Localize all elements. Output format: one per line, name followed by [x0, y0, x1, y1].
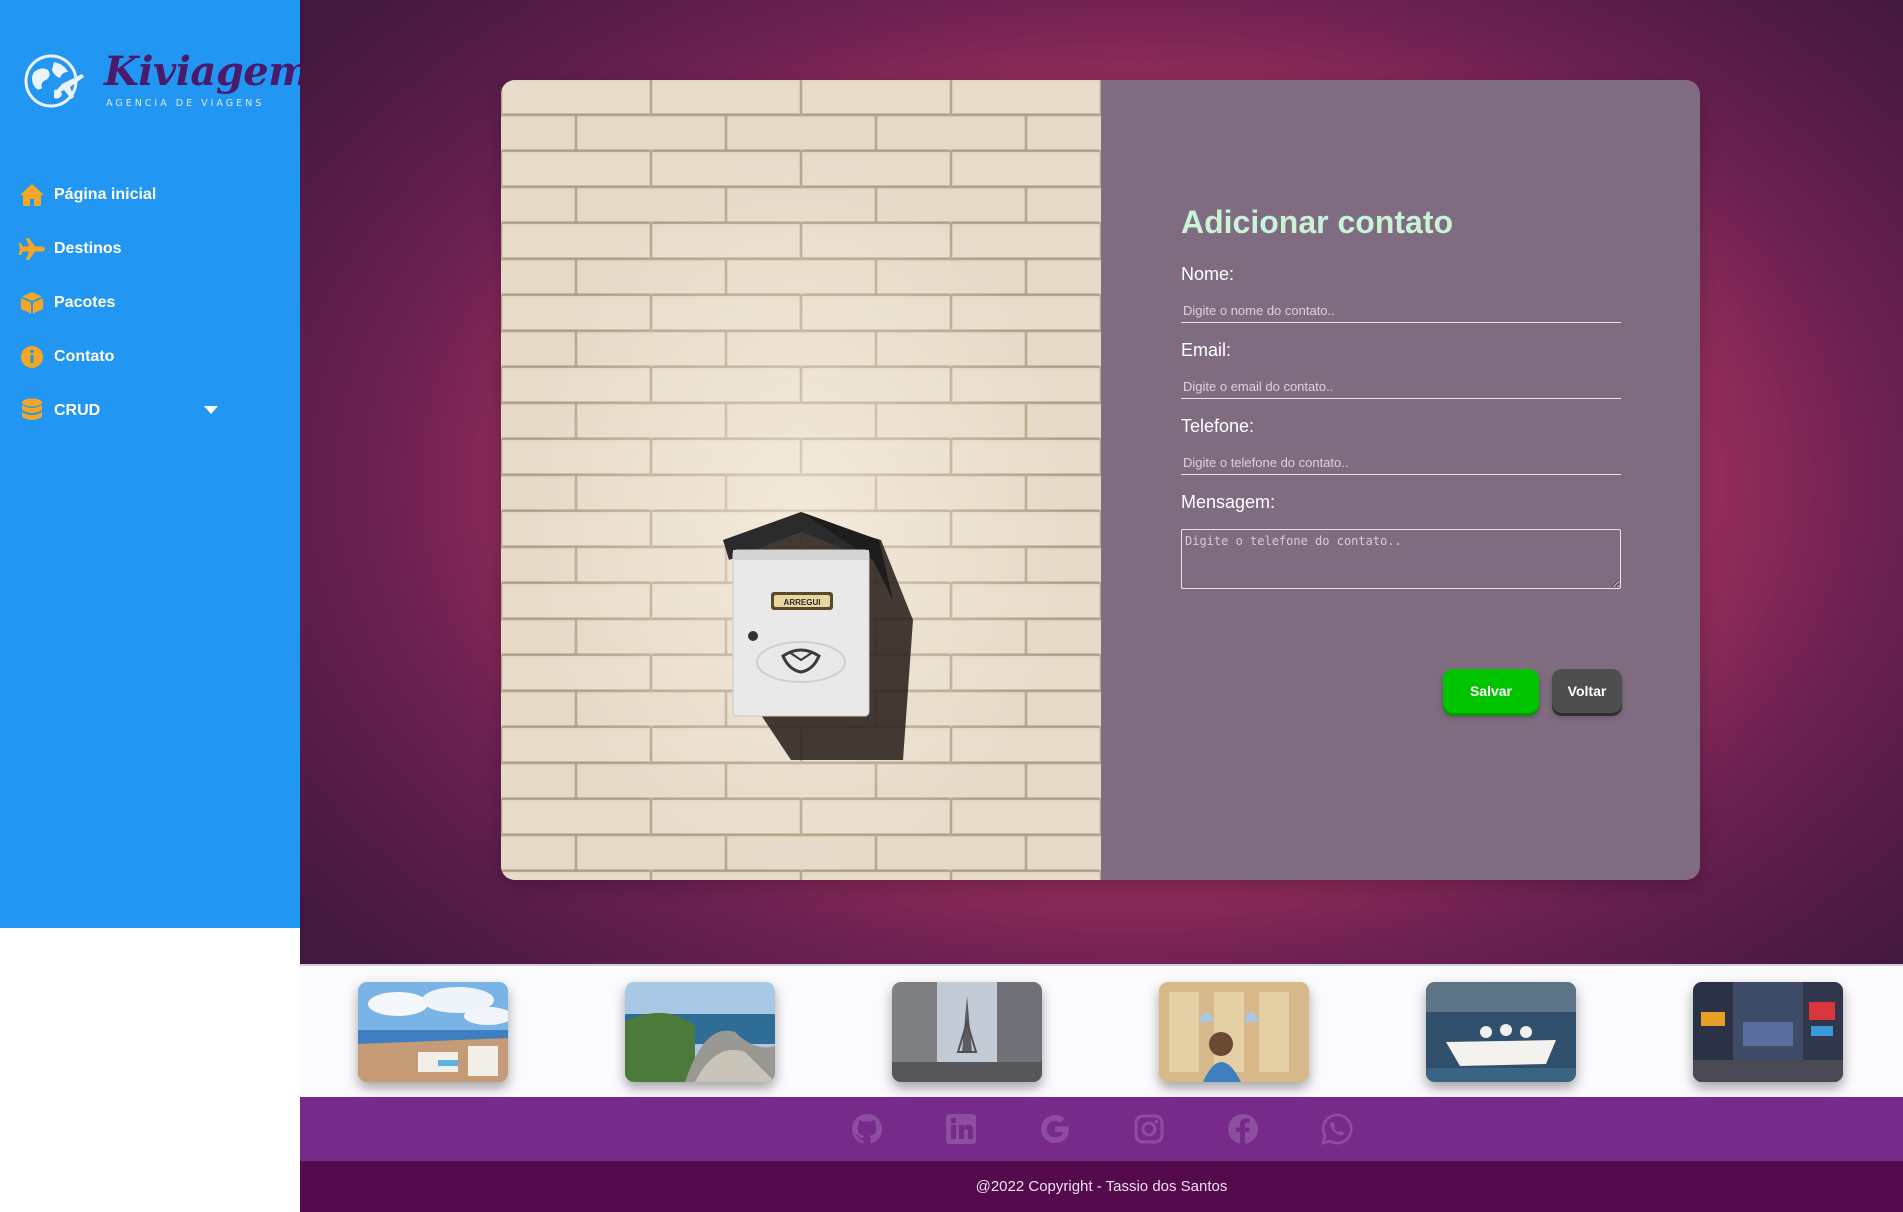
phone-label: Telefone: [1181, 416, 1255, 436]
sidebar: Kiviagem AGENCIA DE VIAGENS Página inici… [0, 0, 311, 928]
sidebar-item-label: Destinos [54, 240, 122, 257]
sidebar-item-label: Página inicial [54, 186, 157, 203]
message-textarea[interactable] [1181, 529, 1621, 589]
sidebar-item-home[interactable]: Página inicial [0, 168, 300, 222]
contact-form: Adicionar contato Nome: Email: Telefone:… [1101, 80, 1700, 880]
instagram-icon[interactable] [1131, 1111, 1167, 1147]
google-icon[interactable] [1037, 1111, 1073, 1147]
sidebar-item-label: Pacotes [54, 294, 116, 311]
email-input[interactable] [1181, 375, 1621, 399]
sidebar-nav: Página inicial Destinos Pacotes Contato … [0, 168, 300, 438]
globe-plane-icon [24, 54, 84, 108]
sidebar-item-pacotes[interactable]: Pacotes [0, 276, 300, 330]
brand-tagline: AGENCIA DE VIAGENS [106, 98, 265, 109]
sidebar-item-label: CRUD [54, 402, 101, 419]
name-input[interactable] [1181, 299, 1621, 323]
message-label: Mensagem: [1181, 492, 1276, 512]
contact-card: ARREGUI Adicionar contato Nome: Email: T… [501, 80, 1700, 880]
mailbox-photo: ARREGUI [501, 80, 1101, 880]
plane-icon [18, 235, 46, 263]
sidebar-item-contato[interactable]: Contato [0, 330, 300, 384]
boat-river-photo[interactable] [1426, 982, 1576, 1082]
paris-street-photo[interactable] [892, 982, 1042, 1082]
mailbox-sign: ARREGUI [784, 598, 821, 607]
email-label: Email: [1181, 340, 1232, 360]
info-icon [18, 343, 46, 371]
save-button[interactable]: Salvar [1443, 669, 1539, 713]
linkedin-icon[interactable] [943, 1111, 979, 1147]
social-links [300, 1097, 1903, 1161]
copyright-text: @2022 Copyright - Tassio dos Santos [300, 1161, 1903, 1212]
sidebar-item-destinos[interactable]: Destinos [0, 222, 300, 276]
back-button[interactable]: Voltar [1552, 669, 1622, 713]
sidebar-item-crud[interactable]: CRUD [0, 384, 300, 438]
github-icon[interactable] [849, 1111, 885, 1147]
box-icon [18, 289, 46, 317]
sidebar-item-label: Contato [54, 348, 115, 365]
green-coast-photo[interactable] [625, 982, 775, 1082]
coastal-town-photo[interactable] [358, 982, 508, 1082]
destination-gallery [300, 964, 1903, 1097]
database-icon [18, 397, 46, 425]
ancient-ruins-photo[interactable] [1159, 982, 1309, 1082]
brand-name: Kiviagem [104, 48, 311, 95]
chevron-down-icon[interactable] [204, 406, 218, 414]
city-square-photo[interactable] [1693, 982, 1843, 1082]
phone-input[interactable] [1181, 451, 1621, 475]
home-icon [18, 181, 46, 209]
whatsapp-icon[interactable] [1319, 1111, 1355, 1147]
name-label: Nome: [1181, 264, 1235, 284]
brand-logo[interactable]: Kiviagem AGENCIA DE VIAGENS [24, 46, 311, 112]
hero-section: ARREGUI Adicionar contato Nome: Email: T… [300, 0, 1903, 964]
form-title: Adicionar contato [1181, 204, 1454, 240]
facebook-icon[interactable] [1225, 1111, 1261, 1147]
